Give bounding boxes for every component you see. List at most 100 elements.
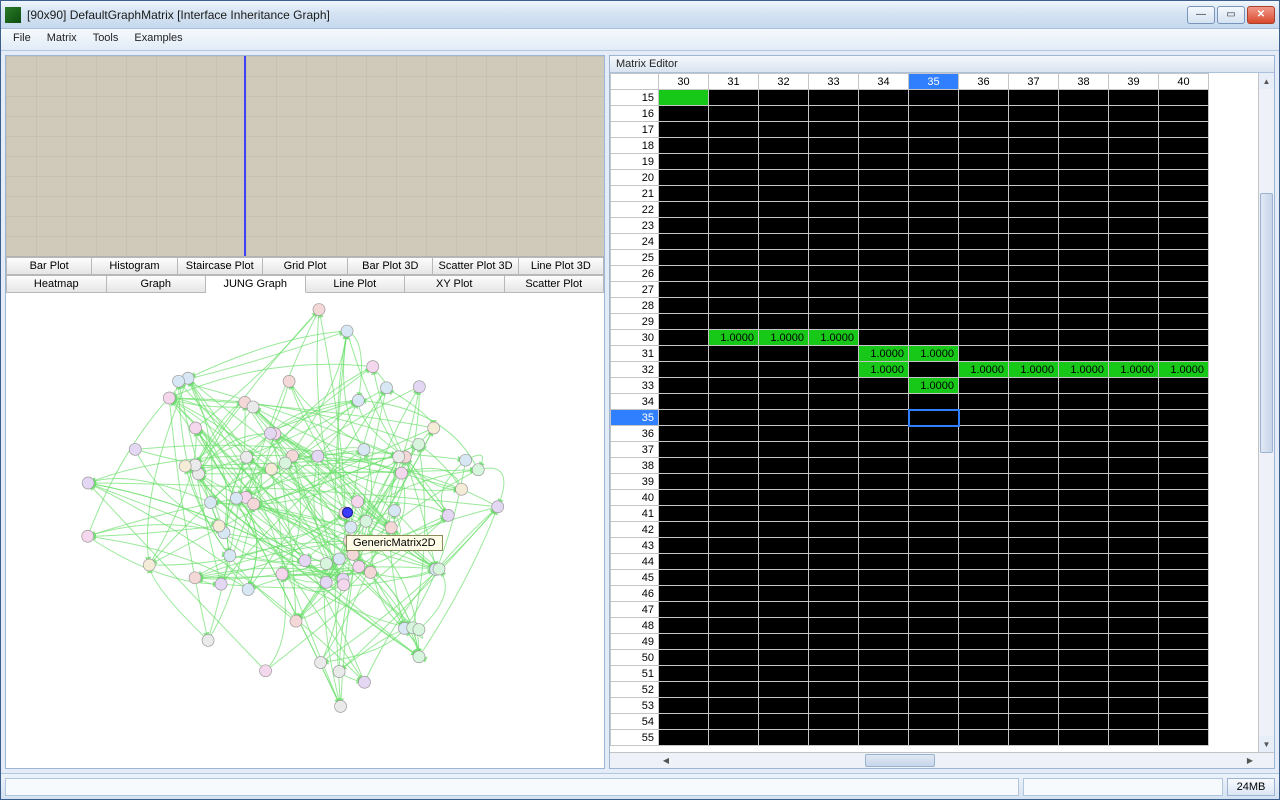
matrix-cell[interactable] <box>709 602 759 618</box>
matrix-cell[interactable] <box>809 266 859 282</box>
matrix-cell[interactable] <box>1059 266 1109 282</box>
matrix-cell[interactable] <box>1109 650 1159 666</box>
matrix-cell[interactable] <box>759 506 809 522</box>
matrix-cell[interactable] <box>1059 122 1109 138</box>
menu-matrix[interactable]: Matrix <box>39 29 85 50</box>
matrix-col-header[interactable]: 37 <box>1009 74 1059 90</box>
matrix-cell[interactable] <box>859 90 909 106</box>
matrix-cell[interactable] <box>1009 698 1059 714</box>
matrix-cell[interactable] <box>1109 522 1159 538</box>
matrix-cell[interactable] <box>1109 506 1159 522</box>
matrix-cell[interactable] <box>859 506 909 522</box>
matrix-cell[interactable] <box>709 474 759 490</box>
tab-bar-plot-3d[interactable]: Bar Plot 3D <box>348 257 433 275</box>
matrix-cell[interactable] <box>859 650 909 666</box>
matrix-vertical-scrollbar[interactable]: ▲ ▼ <box>1258 73 1274 752</box>
matrix-cell[interactable] <box>659 346 709 362</box>
matrix-cell[interactable] <box>1109 314 1159 330</box>
matrix-cell[interactable] <box>709 250 759 266</box>
matrix-col-header[interactable]: 34 <box>859 74 909 90</box>
matrix-cell[interactable] <box>1059 554 1109 570</box>
matrix-cell[interactable] <box>1109 586 1159 602</box>
matrix-cell[interactable] <box>1109 186 1159 202</box>
matrix-cell[interactable] <box>1059 378 1109 394</box>
matrix-cell[interactable] <box>809 682 859 698</box>
matrix-cell[interactable] <box>1109 234 1159 250</box>
matrix-cell[interactable] <box>959 618 1009 634</box>
matrix-cell[interactable] <box>959 458 1009 474</box>
matrix-cell[interactable] <box>1009 122 1059 138</box>
tab-line-plot-3d[interactable]: Line Plot 3D <box>519 257 604 275</box>
matrix-cell[interactable] <box>1109 634 1159 650</box>
matrix-cell[interactable] <box>709 234 759 250</box>
matrix-cell[interactable] <box>859 586 909 602</box>
matrix-cell[interactable] <box>659 458 709 474</box>
matrix-cell[interactable] <box>1109 570 1159 586</box>
matrix-cell[interactable] <box>709 490 759 506</box>
matrix-cell[interactable] <box>909 522 959 538</box>
matrix-cell[interactable] <box>1009 266 1059 282</box>
matrix-cell[interactable] <box>859 410 909 426</box>
matrix-cell[interactable] <box>859 602 909 618</box>
matrix-cell[interactable] <box>1059 426 1109 442</box>
matrix-cell[interactable] <box>1059 250 1109 266</box>
matrix-row-header[interactable]: 26 <box>611 266 659 282</box>
matrix-cell[interactable] <box>759 458 809 474</box>
matrix-cell[interactable] <box>909 154 959 170</box>
matrix-cell[interactable] <box>1009 490 1059 506</box>
matrix-cell[interactable] <box>909 666 959 682</box>
matrix-cell[interactable] <box>809 442 859 458</box>
matrix-cell[interactable] <box>859 106 909 122</box>
matrix-cell[interactable] <box>659 634 709 650</box>
matrix-cell[interactable] <box>1159 298 1209 314</box>
matrix-cell[interactable] <box>859 154 909 170</box>
matrix-cell[interactable] <box>1109 122 1159 138</box>
tab-staircase-plot[interactable]: Staircase Plot <box>178 257 263 275</box>
matrix-cell[interactable] <box>1109 394 1159 410</box>
matrix-cell[interactable] <box>1009 170 1059 186</box>
matrix-cell[interactable] <box>1159 730 1209 746</box>
matrix-cell[interactable] <box>759 730 809 746</box>
matrix-cell[interactable] <box>759 426 809 442</box>
matrix-cell[interactable] <box>1159 538 1209 554</box>
matrix-cell[interactable] <box>909 426 959 442</box>
matrix-cell[interactable] <box>1159 122 1209 138</box>
matrix-cell[interactable] <box>809 346 859 362</box>
matrix-cell[interactable]: 1.0000 <box>909 378 959 394</box>
matrix-cell[interactable] <box>859 378 909 394</box>
matrix-row-header[interactable]: 39 <box>611 474 659 490</box>
matrix-cell[interactable] <box>1059 458 1109 474</box>
matrix-cell[interactable] <box>1059 394 1109 410</box>
matrix-cell[interactable] <box>659 618 709 634</box>
matrix-cell[interactable] <box>909 730 959 746</box>
matrix-cell[interactable] <box>759 378 809 394</box>
matrix-cell[interactable] <box>1009 730 1059 746</box>
matrix-cell[interactable] <box>709 730 759 746</box>
matrix-cell[interactable] <box>659 698 709 714</box>
matrix-row-header[interactable]: 32 <box>611 362 659 378</box>
matrix-cell[interactable] <box>659 394 709 410</box>
matrix-cell[interactable] <box>809 570 859 586</box>
matrix-cell[interactable] <box>959 586 1009 602</box>
matrix-cell[interactable] <box>809 714 859 730</box>
matrix-cell[interactable] <box>909 250 959 266</box>
matrix-cell[interactable] <box>959 570 1009 586</box>
matrix-row-header[interactable]: 27 <box>611 282 659 298</box>
matrix-cell[interactable] <box>859 538 909 554</box>
matrix-cell[interactable] <box>1159 154 1209 170</box>
matrix-cell[interactable] <box>959 250 1009 266</box>
matrix-cell[interactable] <box>909 330 959 346</box>
matrix-cell[interactable] <box>1009 586 1059 602</box>
matrix-cell[interactable] <box>959 730 1009 746</box>
matrix-cell[interactable] <box>659 234 709 250</box>
matrix-cell[interactable] <box>959 378 1009 394</box>
matrix-cell[interactable] <box>659 330 709 346</box>
matrix-cell[interactable] <box>1159 266 1209 282</box>
tab-line-plot[interactable]: Line Plot <box>306 275 406 293</box>
matrix-col-header[interactable]: 40 <box>1159 74 1209 90</box>
matrix-cell[interactable] <box>1109 538 1159 554</box>
matrix-cell[interactable] <box>1059 586 1109 602</box>
matrix-cell[interactable] <box>659 538 709 554</box>
matrix-cell[interactable] <box>1009 682 1059 698</box>
matrix-cell[interactable] <box>1109 202 1159 218</box>
